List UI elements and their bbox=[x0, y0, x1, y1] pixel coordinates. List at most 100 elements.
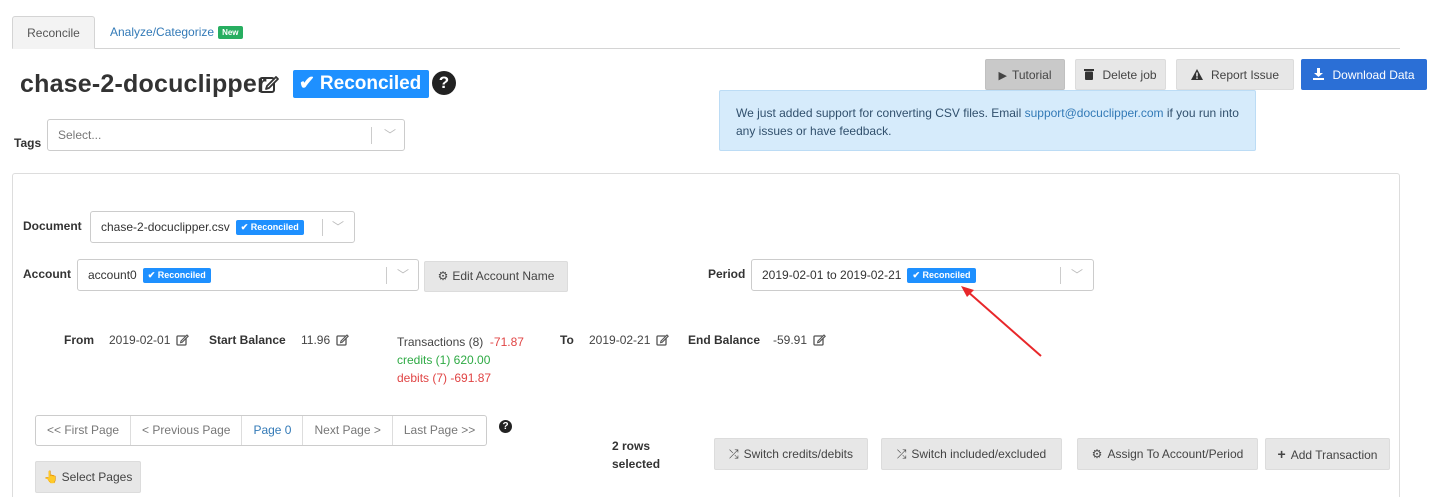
alert-text-before: We just added support for converting CSV… bbox=[736, 106, 1025, 120]
chevron-down-icon[interactable]: ﹀ bbox=[1071, 260, 1083, 290]
tags-select[interactable]: Select... ﹀ bbox=[47, 119, 405, 151]
transactions-total: -71.87 bbox=[489, 335, 524, 349]
period-label: Period bbox=[708, 267, 746, 281]
switch-credits-debits-button[interactable]: ⤮ Switch credits/debits bbox=[714, 438, 868, 470]
download-icon bbox=[1313, 68, 1327, 82]
edit-start-balance-icon[interactable] bbox=[336, 333, 350, 346]
rows-selected-line1: 2 rows bbox=[612, 439, 651, 453]
document-reconciled-label: Reconciled bbox=[250, 222, 299, 232]
edit-end-balance-icon[interactable] bbox=[813, 333, 827, 346]
assign-account-period-button[interactable]: ⚙ Assign To Account/Period bbox=[1077, 438, 1258, 470]
edit-to-icon[interactable] bbox=[656, 333, 670, 346]
tags-placeholder: Select... bbox=[58, 128, 102, 142]
plus-icon: + bbox=[1277, 446, 1286, 462]
assign-account-period-label: Assign To Account/Period bbox=[1107, 447, 1244, 461]
transactions-summary: Transactions (8) -71.87 credits (1) 620.… bbox=[397, 333, 524, 387]
transactions-label: Transactions (8) bbox=[397, 335, 484, 349]
add-transaction-button[interactable]: + Add Transaction bbox=[1265, 438, 1390, 470]
trash-icon bbox=[1084, 69, 1097, 82]
from-value-group: 2019-02-01 bbox=[109, 333, 190, 347]
chevron-down-icon[interactable]: ﹀ bbox=[332, 212, 344, 242]
switch-credits-debits-label: Switch credits/debits bbox=[743, 447, 853, 461]
help-icon[interactable]: ? bbox=[432, 71, 456, 95]
switch-included-excluded-label: Switch included/excluded bbox=[911, 447, 1047, 461]
period-reconciled-label: Reconciled bbox=[922, 270, 971, 280]
annotation-arrow bbox=[961, 286, 1042, 357]
report-issue-button[interactable]: Report Issue bbox=[1176, 59, 1294, 90]
next-page-button[interactable]: Next Page > bbox=[303, 416, 393, 445]
edit-account-name-button[interactable]: ⚙ Edit Account Name bbox=[424, 261, 568, 292]
end-balance-label: End Balance bbox=[688, 333, 761, 347]
warning-icon bbox=[1190, 69, 1206, 82]
edit-from-icon[interactable] bbox=[176, 333, 190, 346]
transactions-line: Transactions (8) -71.87 bbox=[397, 333, 524, 351]
play-icon: ▶ bbox=[998, 70, 1007, 82]
reconciled-status-badge: ✔ Reconciled bbox=[293, 70, 430, 98]
chevron-down-icon[interactable]: ﹀ bbox=[384, 120, 396, 150]
last-page-button[interactable]: Last Page >> bbox=[393, 416, 486, 445]
current-page[interactable]: Page 0 bbox=[242, 416, 304, 445]
start-balance-value: 11.96 bbox=[301, 333, 331, 347]
document-select[interactable]: chase-2-docuclipper.csv ✔ Reconciled ﹀ bbox=[90, 211, 355, 243]
to-value-group: 2019-02-21 bbox=[589, 333, 670, 347]
shuffle-icon: ⤮ bbox=[729, 447, 739, 461]
gear-icon: ⚙ bbox=[437, 269, 449, 283]
from-label: From bbox=[64, 333, 94, 347]
reconciled-status-label: Reconciled bbox=[319, 73, 422, 94]
download-data-label: Download Data bbox=[1332, 68, 1415, 82]
check-icon: ✔ bbox=[299, 73, 315, 94]
pagination-help-icon[interactable]: ? bbox=[499, 420, 512, 433]
page-title: chase-2-docuclipper bbox=[20, 70, 267, 98]
tab-reconcile[interactable]: Reconcile bbox=[12, 16, 95, 49]
tab-reconcile-label: Reconcile bbox=[27, 26, 80, 40]
period-reconciled-badge: ✔ Reconciled bbox=[907, 268, 976, 283]
download-data-button[interactable]: Download Data bbox=[1301, 59, 1427, 90]
first-page-button[interactable]: << First Page bbox=[36, 416, 132, 445]
rows-selected-line2: selected bbox=[612, 457, 661, 471]
support-email-link[interactable]: support@docuclipper.com bbox=[1025, 106, 1164, 120]
account-select[interactable]: account0 ✔ Reconciled ﹀ bbox=[77, 259, 419, 291]
tutorial-button[interactable]: ▶ Tutorial bbox=[985, 59, 1065, 90]
delete-job-button[interactable]: Delete job bbox=[1075, 59, 1166, 90]
select-separator bbox=[1060, 267, 1061, 284]
document-label: Document bbox=[23, 219, 82, 233]
select-separator bbox=[371, 127, 372, 144]
new-badge: New bbox=[218, 26, 243, 39]
chevron-down-icon[interactable]: ﹀ bbox=[397, 260, 409, 290]
shuffle-icon: ⤮ bbox=[896, 447, 907, 461]
add-transaction-label: Add Transaction bbox=[1290, 448, 1378, 462]
hand-pointer-icon: 👆 bbox=[43, 470, 59, 484]
info-alert: We just added support for converting CSV… bbox=[719, 90, 1256, 151]
account-reconciled-label: Reconciled bbox=[157, 270, 206, 280]
pagination: << First Page < Previous Page Page 0 Nex… bbox=[35, 415, 488, 446]
gear-icon: ⚙ bbox=[1091, 447, 1103, 461]
credits-summary: credits (1) 620.00 bbox=[397, 353, 491, 367]
from-date: 2019-02-01 bbox=[109, 333, 171, 347]
document-name: chase-2-docuclipper.csv bbox=[101, 220, 230, 234]
account-reconciled-badge: ✔ Reconciled bbox=[142, 268, 211, 283]
tab-analyze-categorize[interactable]: Analyze/Categorize New bbox=[100, 16, 253, 49]
to-date: 2019-02-21 bbox=[589, 333, 651, 347]
account-name: account0 bbox=[88, 268, 137, 282]
document-select-value: chase-2-docuclipper.csv ✔ Reconciled bbox=[101, 212, 304, 242]
debits-summary: debits (7) -691.87 bbox=[397, 371, 492, 385]
report-issue-label: Report Issue bbox=[1211, 68, 1280, 82]
select-pages-label: Select Pages bbox=[61, 470, 133, 484]
switch-included-excluded-button[interactable]: ⤮ Switch included/excluded bbox=[881, 438, 1062, 470]
end-balance-value: -59.91 bbox=[773, 333, 808, 347]
rows-selected-count: 2 rows selected bbox=[612, 437, 660, 473]
document-reconciled-badge: ✔ Reconciled bbox=[235, 220, 304, 235]
end-balance-group: -59.91 bbox=[773, 333, 827, 347]
account-label: Account bbox=[23, 267, 71, 281]
previous-page-button[interactable]: < Previous Page bbox=[131, 416, 243, 445]
start-balance-label: Start Balance bbox=[209, 333, 286, 347]
tutorial-label: Tutorial bbox=[1011, 68, 1052, 82]
period-select-value: 2019-02-01 to 2019-02-21 ✔ Reconciled bbox=[762, 260, 976, 290]
select-separator bbox=[322, 219, 323, 236]
start-balance-group: 11.96 bbox=[301, 333, 350, 347]
period-range: 2019-02-01 to 2019-02-21 bbox=[762, 268, 902, 282]
edit-title-icon[interactable] bbox=[258, 73, 280, 95]
to-label: To bbox=[560, 333, 574, 347]
tags-label: Tags bbox=[14, 136, 42, 150]
select-pages-button[interactable]: 👆 Select Pages bbox=[35, 461, 141, 493]
